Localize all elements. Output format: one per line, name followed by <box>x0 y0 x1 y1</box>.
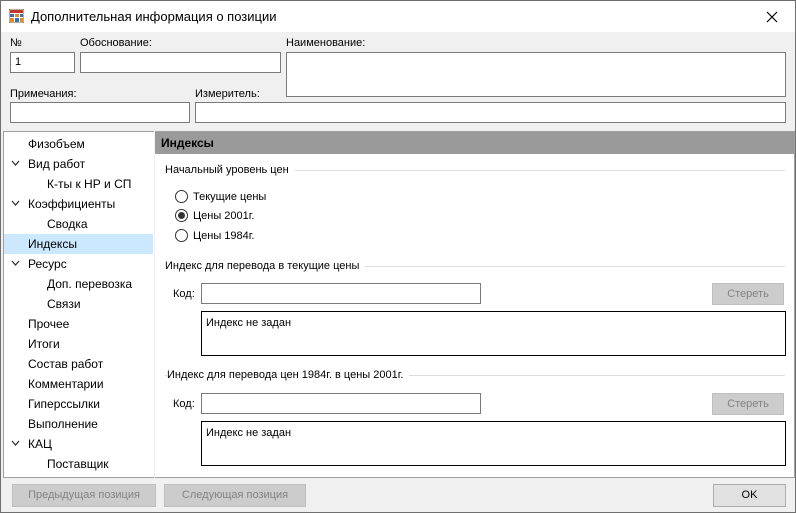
meter-label: Измеритель: <box>195 88 260 100</box>
tree-item-label: Комментарии <box>28 377 104 391</box>
meter-field[interactable] <box>195 102 786 123</box>
title-bar: Дополнительная информация о позиции <box>1 1 795 32</box>
tree-item-label: Ресурс <box>28 257 67 271</box>
tree-item[interactable]: Сводка <box>4 214 153 234</box>
tree-item[interactable]: Индексы <box>4 234 153 254</box>
chevron-down-icon[interactable] <box>11 440 20 447</box>
radio-label: Цены 1984г. <box>193 229 255 242</box>
tree-item-label: Прочее <box>28 317 70 331</box>
chevron-down-icon[interactable] <box>11 260 20 267</box>
close-button[interactable] <box>749 1 795 32</box>
tree-item-label: Коэффициенты <box>28 197 116 211</box>
index-current-memo: Индекс не задан <box>201 311 786 356</box>
name-label: Наименование: <box>286 37 366 49</box>
chevron-down-icon[interactable] <box>11 200 20 207</box>
tree-item-label: Сводка <box>47 217 88 231</box>
app-table-icon <box>9 9 24 23</box>
tree-item-label: Физобъем <box>28 137 85 151</box>
index-1984-code-field[interactable] <box>201 393 481 414</box>
tree-item-label: Гиперссылки <box>28 397 100 411</box>
tree-item[interactable]: К-ты к НР и СП <box>4 174 153 194</box>
notes-label: Примечания: <box>10 88 77 100</box>
index-current-group-title: Индекс для перевода в текущие цены <box>165 260 366 272</box>
tree-item-label: Доп. перевозка <box>47 277 133 291</box>
panel-title: Индексы <box>155 132 794 154</box>
index-1984-clear-button[interactable]: Стереть <box>712 393 784 415</box>
dialog-window: Дополнительная информация о позиции № 1 … <box>0 0 796 513</box>
tree-item[interactable]: Выполнение <box>4 414 153 434</box>
tree-item[interactable]: Физобъем <box>4 134 153 154</box>
tree-item-label: Вид работ <box>28 157 86 171</box>
number-field[interactable]: 1 <box>10 52 75 73</box>
tree-item-label: Итоги <box>28 337 60 351</box>
index-1984-memo: Индекс не задан <box>201 421 786 466</box>
index-current-code-field[interactable] <box>201 283 481 304</box>
tree-item[interactable]: Гиперссылки <box>4 394 153 414</box>
tree-item[interactable]: Итоги <box>4 334 153 354</box>
radio-label: Текущие цены <box>193 190 267 203</box>
tree-item[interactable]: Доп. перевозка <box>4 274 153 294</box>
number-label: № <box>10 37 22 49</box>
radio-button-icon <box>175 190 188 203</box>
notes-field[interactable] <box>10 102 190 123</box>
window-title: Дополнительная информация о позиции <box>31 9 277 24</box>
radio-prices-2001[interactable]: Цены 2001г. <box>175 209 255 222</box>
indexes-panel: Индексы Начальный уровень цен Текущие це… <box>155 131 795 478</box>
navigation-tree: Физобъем Вид работ К-ты к НР и СП Коэффицие… <box>3 131 154 478</box>
price-level-group-title: Начальный уровень цен <box>165 164 295 176</box>
index-current-clear-button[interactable]: Стереть <box>712 283 784 305</box>
radio-label: Цены 2001г. <box>193 209 255 222</box>
basis-label: Обоснование: <box>80 37 152 49</box>
close-icon <box>766 11 778 22</box>
tree-item[interactable]: Прочее <box>4 314 153 334</box>
code-label: Код: <box>173 398 195 410</box>
tree-item[interactable]: Поставщик <box>4 454 153 474</box>
tree-item[interactable]: Вид работ <box>4 154 153 174</box>
radio-button-icon <box>175 229 188 242</box>
tree-item-label: Связи <box>47 297 81 311</box>
tree-item[interactable]: Комментарии <box>4 374 153 394</box>
tree-item-label: К-ты к НР и СП <box>47 177 132 191</box>
radio-current-prices[interactable]: Текущие цены <box>175 190 266 203</box>
tree-item[interactable]: Коэффициенты <box>4 194 153 214</box>
tree-item[interactable]: КАЦ <box>4 434 153 454</box>
tree-item[interactable]: Состав работ <box>4 354 153 374</box>
tree-item-label: КАЦ <box>28 437 52 451</box>
tree-item-label: Состав работ <box>28 357 104 371</box>
tree-item[interactable]: Связи <box>4 294 153 314</box>
tree-item-label: Индексы <box>28 237 77 251</box>
code-label: Код: <box>173 288 195 300</box>
index-1984-group-title: Индекс для перевода цен 1984г. в цены 20… <box>167 369 410 381</box>
chevron-down-icon[interactable] <box>11 160 20 167</box>
name-field[interactable] <box>286 52 786 97</box>
radio-button-icon <box>175 209 188 222</box>
next-position-button[interactable]: Следующая позиция <box>164 484 306 507</box>
previous-position-button[interactable]: Предыдущая позиция <box>12 484 156 507</box>
tree-item-label: Выполнение <box>28 417 98 431</box>
basis-field[interactable] <box>80 52 281 73</box>
tree-item-label: Поставщик <box>47 457 109 471</box>
tree-item[interactable]: Ресурс <box>4 254 153 274</box>
radio-prices-1984[interactable]: Цены 1984г. <box>175 229 255 242</box>
ok-button[interactable]: OK <box>713 484 786 507</box>
